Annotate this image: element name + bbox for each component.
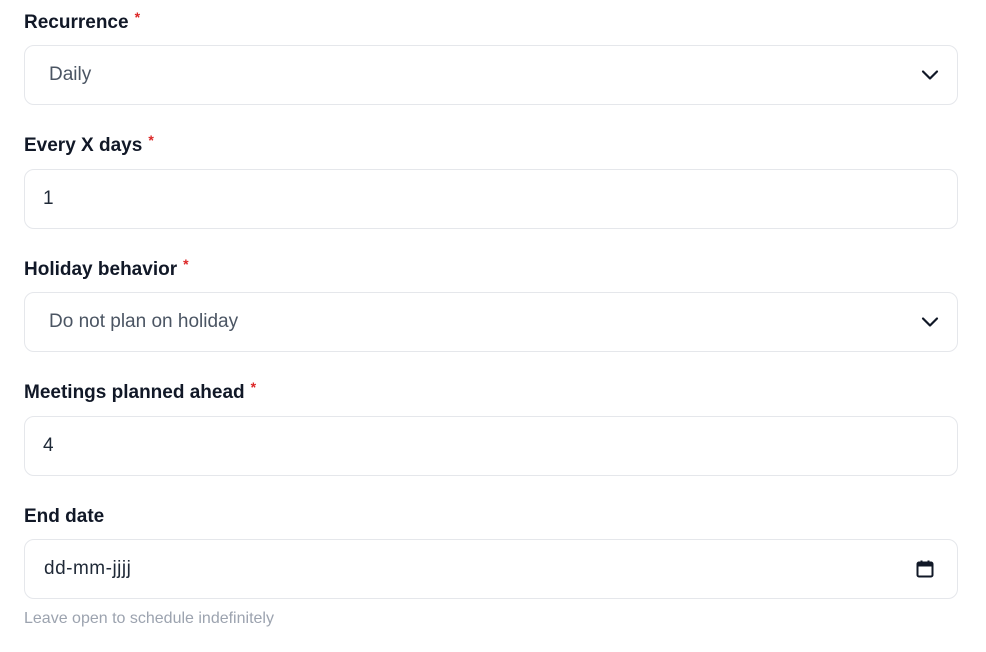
recurrence-label: Recurrence * [24, 9, 141, 35]
holiday-behavior-selected-value: Do not plan on holiday [49, 311, 239, 332]
holiday-behavior-label-text: Holiday behavior [24, 259, 178, 280]
holiday-behavior-label: Holiday behavior * [24, 256, 189, 282]
end-date-placeholder: dd-mm-jjjj [44, 558, 132, 579]
end-date-help-text: Leave open to schedule indefinitely [24, 610, 274, 627]
end-date-label-text: End date [24, 506, 105, 527]
calendar-icon[interactable] [915, 559, 935, 579]
required-mark: * [148, 132, 154, 148]
every-x-days-label-text: Every X days [24, 135, 143, 156]
required-mark: * [183, 256, 189, 272]
end-date-input[interactable]: dd-mm-jjjj [24, 539, 958, 599]
required-mark: * [134, 9, 141, 25]
end-date-label: End date [24, 505, 104, 529]
recurrence-selected-value: Daily [49, 64, 92, 85]
every-x-days-label: Every X days * [24, 132, 154, 158]
meetings-planned-ahead-input[interactable]: 4 [24, 416, 958, 476]
meetings-planned-ahead-label: Meetings planned ahead * [24, 379, 257, 405]
meetings-planned-ahead-label-text: Meetings planned ahead [24, 382, 245, 403]
meetings-planned-ahead-value: 4 [43, 435, 54, 456]
holiday-behavior-select[interactable]: Do not plan on holiday [24, 292, 958, 352]
recurrence-select[interactable]: Daily [24, 45, 958, 105]
every-x-days-input[interactable]: 1 [24, 169, 958, 229]
chevron-down-icon [921, 317, 939, 327]
required-mark: * [250, 379, 257, 395]
chevron-down-icon [921, 70, 939, 80]
every-x-days-value: 1 [43, 188, 54, 209]
recurrence-form: Recurrence * Daily Every X days * 1 Holida… [0, 0, 986, 652]
recurrence-label-text: Recurrence [24, 12, 129, 33]
